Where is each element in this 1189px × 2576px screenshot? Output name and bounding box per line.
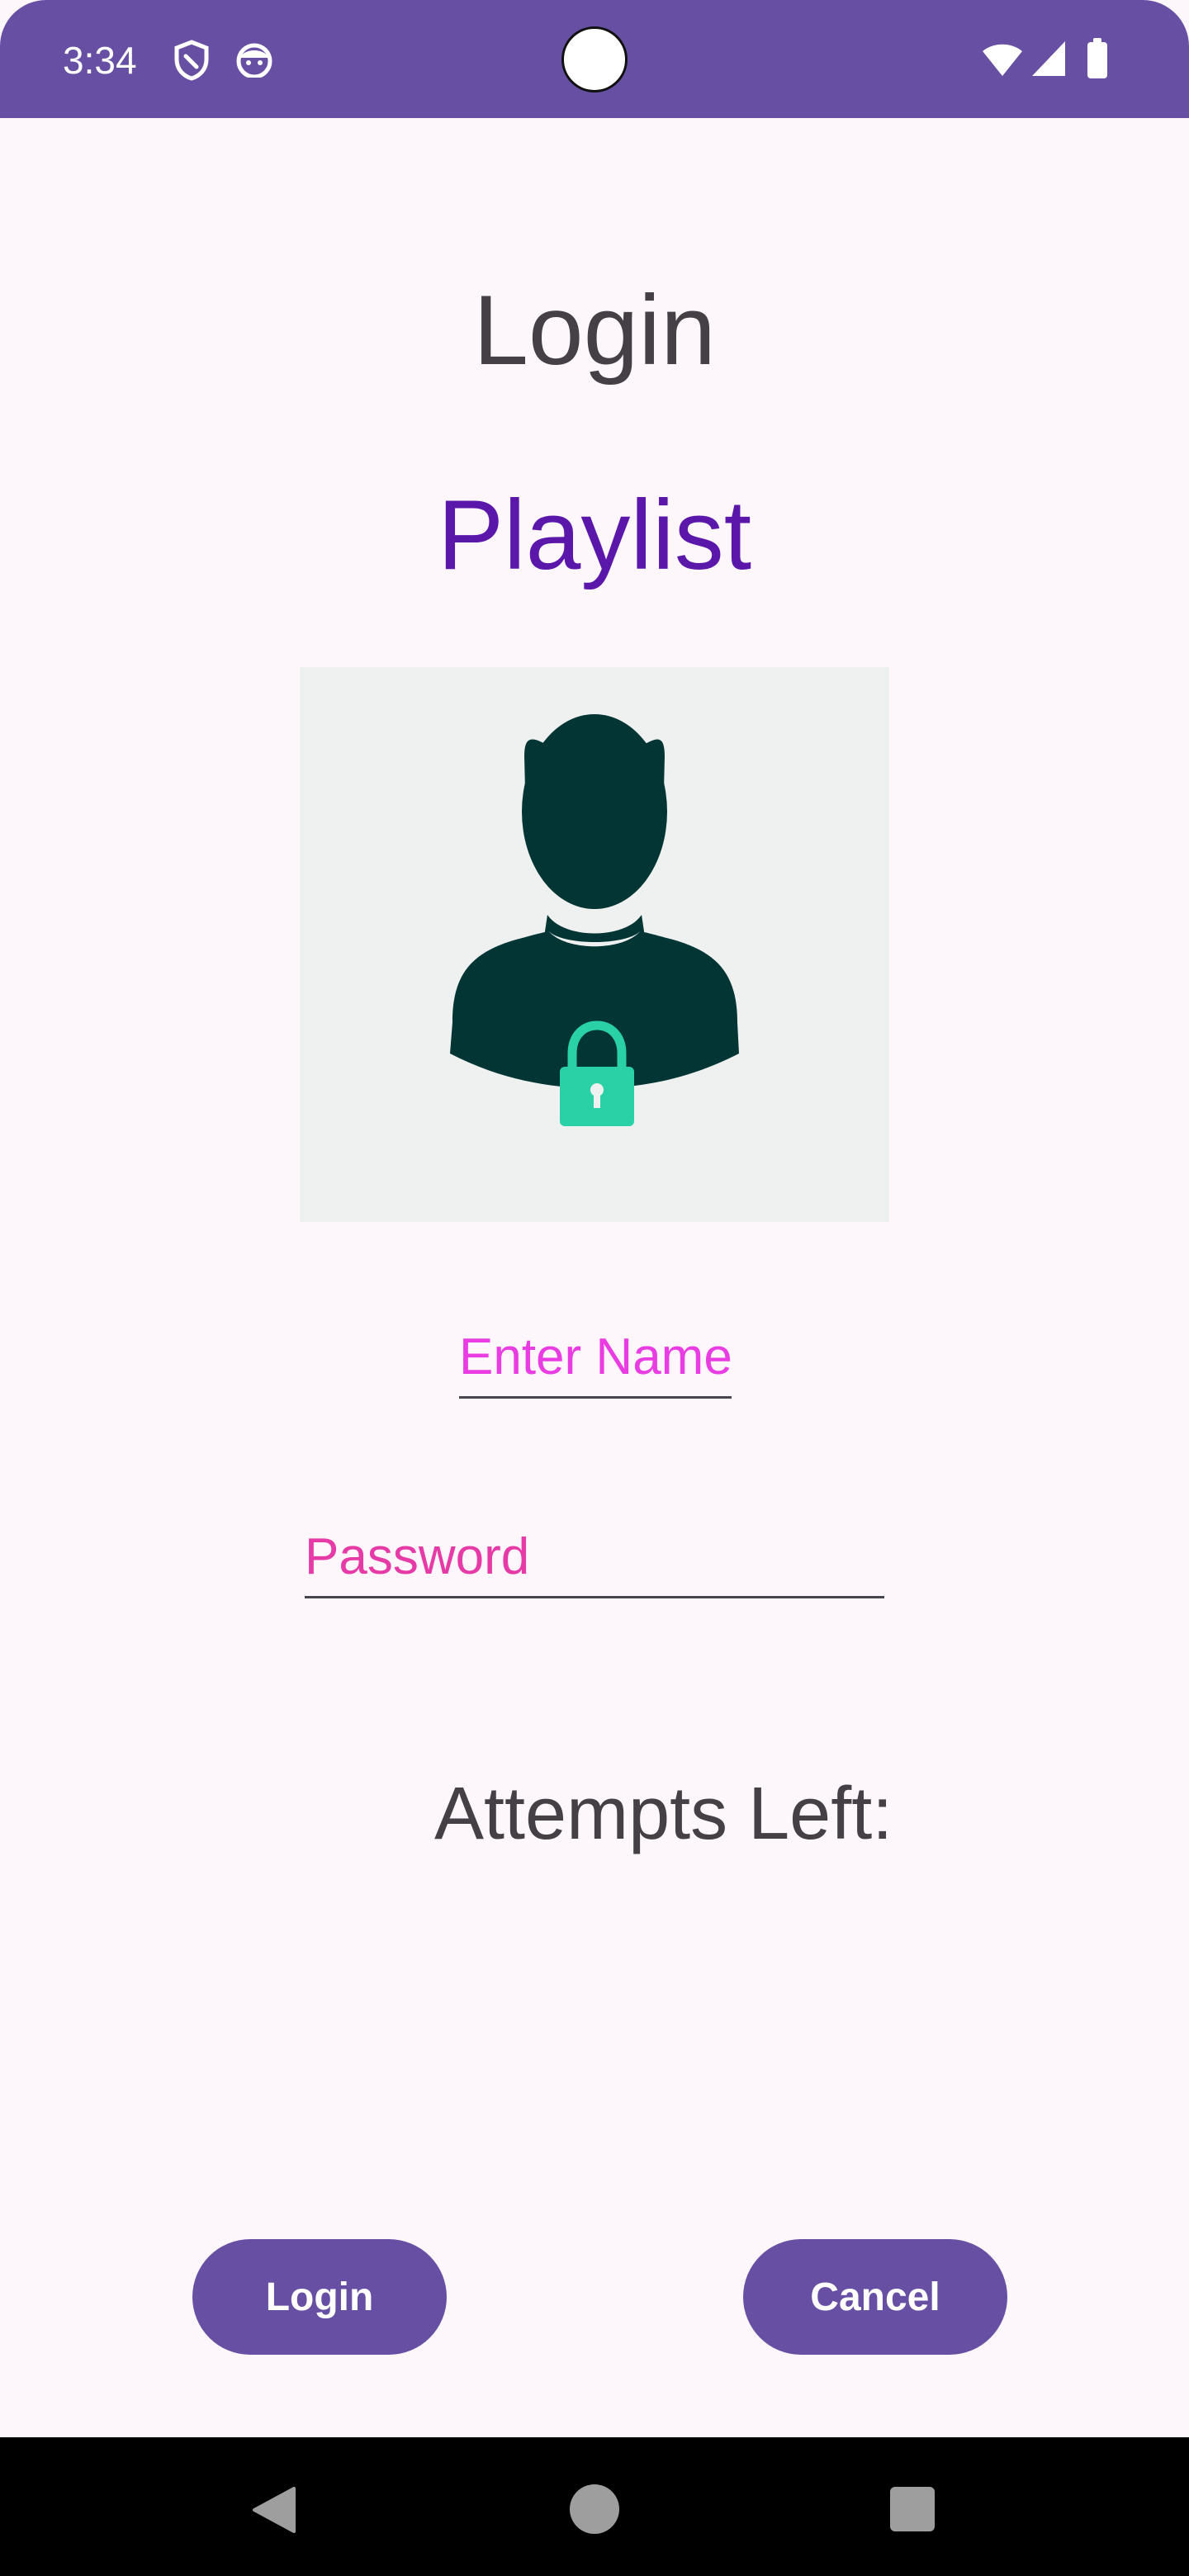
attempts-left-label: Attempts Left: — [434, 1773, 893, 1855]
back-icon[interactable] — [249, 2485, 299, 2535]
name-input[interactable] — [459, 1318, 732, 1399]
shield-icon — [174, 40, 209, 81]
user-lock-icon — [450, 714, 739, 1126]
status-bar: 3:34 — [0, 0, 1189, 118]
robot-face-icon — [236, 43, 272, 78]
wifi-icon — [983, 44, 1022, 76]
camera-cutout — [561, 26, 628, 92]
password-input[interactable] — [305, 1518, 884, 1598]
avatar-image — [300, 667, 889, 1222]
battery-icon — [1087, 38, 1107, 78]
home-icon[interactable] — [569, 2484, 620, 2535]
recents-icon[interactable] — [890, 2487, 935, 2531]
login-button[interactable]: Login — [192, 2239, 447, 2355]
app-subtitle: Playlist — [437, 480, 752, 590]
navigation-bar — [0, 2437, 1189, 2576]
page-title: Login — [473, 275, 716, 386]
cellular-signal-icon — [1032, 41, 1065, 76]
cancel-button[interactable]: Cancel — [743, 2239, 1007, 2355]
status-time: 3:34 — [63, 39, 137, 82]
